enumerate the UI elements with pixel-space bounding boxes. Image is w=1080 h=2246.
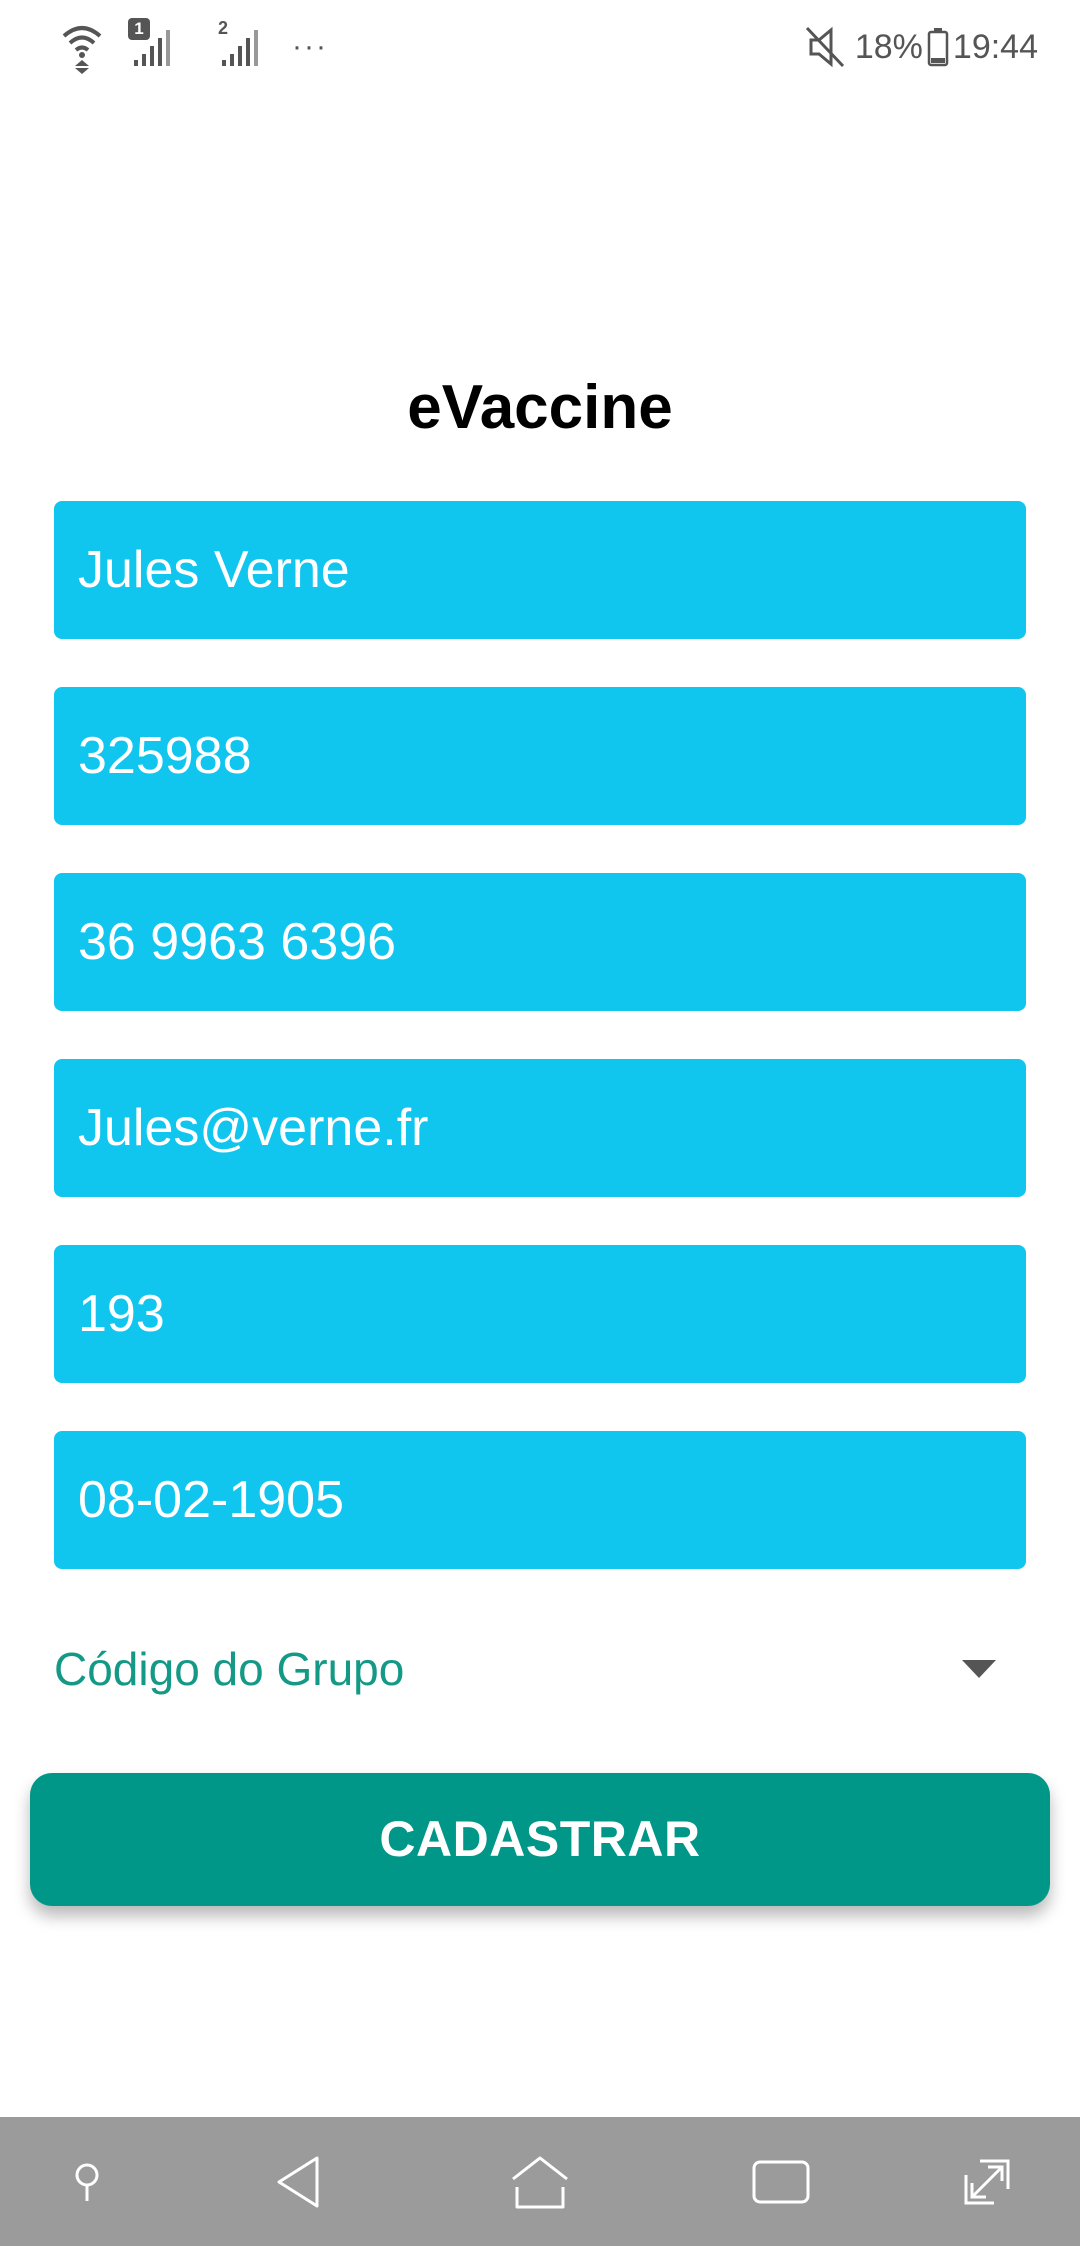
app-title: eVaccine: [407, 373, 673, 442]
navigation-bar: [0, 2117, 1080, 2246]
signal-sim2-icon: 2: [216, 18, 260, 70]
register-button[interactable]: CADASTRAR: [30, 1773, 1050, 1906]
back-icon[interactable]: [267, 2149, 333, 2215]
more-notifications-indicator: ···: [292, 30, 328, 63]
phone-field[interactable]: 36 9963 6396: [54, 873, 1026, 1011]
screen: 1 2 ··· 18% 19:44 eVaccine Jules Verne 3…: [0, 0, 1080, 2246]
email-field[interactable]: Jules@verne.fr: [54, 1059, 1026, 1197]
group-code-dropdown[interactable]: Código do Grupo: [54, 1632, 1026, 1708]
pin-icon[interactable]: [54, 2149, 120, 2215]
signal-sim1-icon: 1: [128, 18, 172, 70]
recents-icon[interactable]: [748, 2149, 814, 2215]
status-bar: 1 2 ··· 18% 19:44: [0, 0, 1080, 92]
home-icon[interactable]: [507, 2149, 573, 2215]
battery-icon: [927, 27, 949, 67]
birth-date-field[interactable]: 08-02-1905: [54, 1431, 1026, 1569]
dropdown-arrow-icon: [962, 1660, 996, 1678]
fullscreen-icon[interactable]: [954, 2149, 1020, 2215]
id-number-field[interactable]: 325988: [54, 687, 1026, 825]
number-field[interactable]: 193: [54, 1245, 1026, 1383]
clock: 19:44: [952, 27, 1038, 66]
wifi-icon: [60, 22, 104, 74]
mute-icon: [803, 24, 847, 70]
status-bar-right: 18% 19:44: [803, 24, 1038, 70]
battery-percent: 18%: [854, 27, 923, 66]
name-field[interactable]: Jules Verne: [54, 501, 1026, 639]
group-code-label: Código do Grupo: [54, 1643, 405, 1695]
status-bar-left: 1 2 ···: [60, 14, 328, 74]
